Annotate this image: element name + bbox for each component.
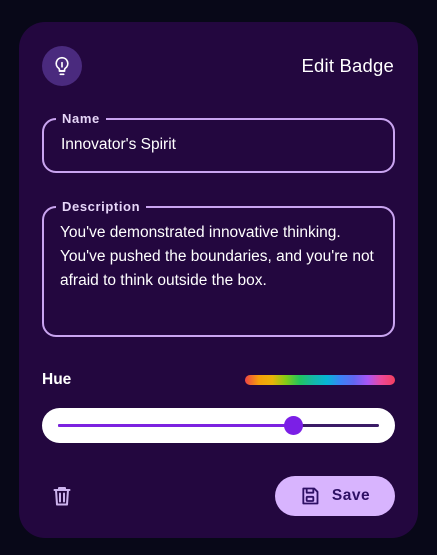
save-button[interactable]: Save (275, 476, 395, 516)
description-textarea[interactable]: You've demonstrated innovative thinking.… (60, 221, 383, 293)
name-input[interactable]: Innovator's Spirit (61, 136, 176, 154)
page-title: Edit Badge (301, 55, 394, 76)
hue-slider-fill (58, 424, 294, 427)
hue-label: Hue (42, 371, 72, 388)
description-field-label: Description (56, 199, 147, 215)
name-field-label: Name (56, 111, 106, 127)
hue-spectrum-preview (245, 375, 395, 385)
edit-badge-card: Edit Badge Name Innovator's Spirit Descr… (19, 22, 418, 538)
hue-slider-track[interactable] (58, 416, 379, 435)
floppy-disk-icon (300, 486, 320, 506)
hue-slider-thumb[interactable] (284, 416, 304, 435)
save-button-label: Save (331, 487, 371, 504)
name-field[interactable]: Name Innovator's Spirit (42, 111, 395, 173)
hue-slider[interactable] (42, 408, 395, 443)
lightbulb-button[interactable] (42, 46, 82, 86)
delete-button[interactable] (49, 483, 75, 509)
trash-icon (53, 486, 71, 506)
description-field[interactable]: Description You've demonstrated innovati… (42, 199, 395, 337)
lightbulb-icon (52, 56, 72, 76)
